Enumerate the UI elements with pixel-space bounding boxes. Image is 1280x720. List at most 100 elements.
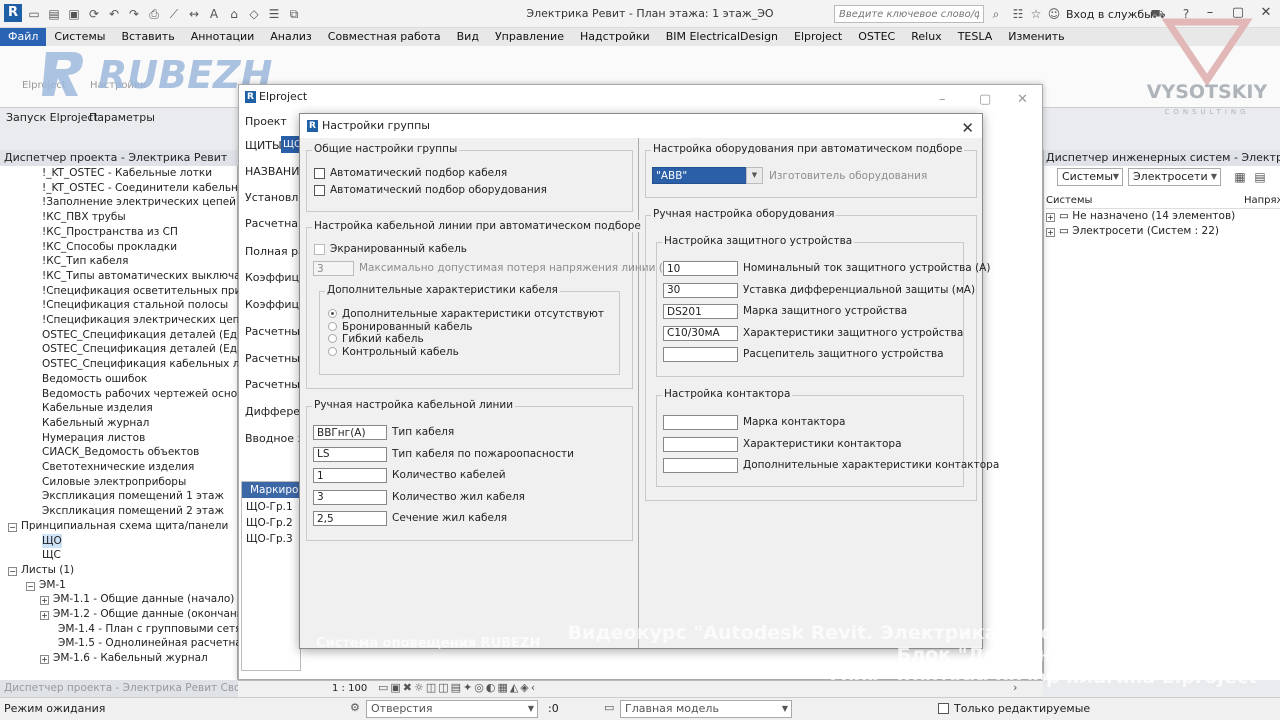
- expand-icon[interactable]: +: [40, 596, 49, 606]
- tree-item[interactable]: ЩО: [42, 533, 62, 549]
- chevron-down-icon[interactable]: ▼: [746, 167, 763, 184]
- close-icon[interactable]: ✕: [961, 116, 974, 140]
- tree-item[interactable]: Ведомость рабочих чертежей основного: [42, 387, 269, 402]
- manual_equipment-protection-input[interactable]: [663, 304, 738, 319]
- manual_equipment-contactor-input[interactable]: [663, 415, 738, 430]
- discipline-combo[interactable]: Электросети ▼: [1128, 168, 1221, 186]
- tab-13[interactable]: TESLA: [950, 28, 1001, 46]
- tab-12[interactable]: Relux: [903, 28, 949, 46]
- tree-item[interactable]: !Спецификация стальной полосы: [42, 298, 228, 313]
- tab-9[interactable]: BIM ElectricalDesign: [658, 28, 786, 46]
- tree-item[interactable]: Силовые электроприборы: [42, 475, 186, 490]
- text-icon[interactable]: A: [206, 6, 222, 22]
- tree-item[interactable]: !КС_ПВХ трубы: [42, 210, 126, 225]
- open-folder-icon[interactable]: ▤: [46, 6, 62, 22]
- manual_equipment-contactor-input[interactable]: [663, 436, 738, 452]
- sync-icon[interactable]: ⟳: [86, 6, 102, 22]
- system-tree-item[interactable]: + ▭ Не назначено (14 элементов): [1046, 209, 1235, 224]
- tab-selected-shield[interactable]: ЩО: [281, 136, 301, 153]
- tab-6[interactable]: Вид: [449, 28, 487, 46]
- launch-elproject-button[interactable]: Запуск Elproject: [6, 111, 98, 124]
- tree-item[interactable]: − Принципиальная схема щита/панели: [8, 519, 228, 534]
- 3d-view-icon[interactable]: ⌂: [226, 6, 242, 22]
- tab-7[interactable]: Управление: [487, 28, 572, 46]
- user-icon[interactable]: ☺: [1046, 6, 1062, 22]
- group-list-item[interactable]: ЩО-Гр.2: [246, 517, 293, 529]
- binoculars-icon[interactable]: ⌕: [988, 6, 1004, 22]
- tab-14[interactable]: Изменить: [1000, 28, 1072, 46]
- save-icon[interactable]: ▣: [66, 6, 82, 22]
- tree-item[interactable]: − ЭМ-1: [26, 578, 66, 593]
- manual_equipment-protection-input[interactable]: [663, 347, 738, 362]
- options-icon[interactable]: ▤: [1252, 169, 1268, 185]
- scroll-right-icon[interactable]: ›: [1013, 681, 1017, 694]
- extra-characteristic-radio[interactable]: [328, 309, 337, 318]
- group-list-item[interactable]: ЩО-Гр.1: [246, 501, 293, 513]
- tab-5[interactable]: Совместная работа: [320, 28, 449, 46]
- manual_equipment-protection-input[interactable]: [663, 282, 738, 298]
- tab-11[interactable]: OSTEC: [850, 28, 903, 46]
- undo-icon[interactable]: ↶: [106, 6, 122, 22]
- manual_equipment-protection-input[interactable]: [663, 261, 738, 276]
- manual_equipment-protection-input[interactable]: [663, 325, 738, 341]
- tree-item[interactable]: СИАСК_Ведомость объектов: [42, 445, 199, 460]
- tree-item[interactable]: − Листы (1): [8, 563, 74, 578]
- manual_line-input[interactable]: [313, 468, 387, 483]
- tree-item[interactable]: + ЭМ-1.2 - Общие данные (окончание): [40, 607, 254, 622]
- measure-icon[interactable]: ⟋: [166, 6, 182, 22]
- manual_line-input[interactable]: [313, 511, 387, 526]
- manual_line-input[interactable]: [313, 489, 387, 505]
- dimension-icon[interactable]: ↔: [186, 6, 202, 22]
- auto-equipment-checkbox[interactable]: [314, 185, 325, 196]
- subscription-icon[interactable]: ☷: [1010, 6, 1026, 22]
- tree-item[interactable]: !Заполнение электрических цепей: [42, 195, 236, 210]
- keyword-search-input[interactable]: [834, 5, 984, 23]
- print-icon[interactable]: ⎙: [146, 6, 162, 22]
- shielded-cable-checkbox[interactable]: [314, 244, 325, 255]
- parameters-button[interactable]: Параметры: [89, 111, 155, 124]
- column-voltage[interactable]: Напряж: [1244, 195, 1280, 206]
- expand-icon[interactable]: −: [8, 522, 17, 532]
- minimize-icon[interactable]: –: [939, 88, 946, 112]
- manual_line-input[interactable]: [313, 425, 387, 440]
- tab-8[interactable]: Надстройки: [572, 28, 658, 46]
- manual_line-input[interactable]: [313, 446, 387, 462]
- system-view-combo[interactable]: Системы ▼: [1057, 168, 1123, 186]
- tree-item[interactable]: Кабельные изделия: [42, 401, 153, 416]
- auto-cable-checkbox[interactable]: [314, 168, 325, 179]
- editable-only-checkbox[interactable]: [938, 703, 949, 714]
- tree-item[interactable]: ЩС: [42, 548, 61, 563]
- open-icon[interactable]: ▭: [26, 6, 42, 22]
- column-systems[interactable]: Системы: [1046, 195, 1092, 206]
- expand-icon[interactable]: +: [40, 655, 49, 665]
- tree-item[interactable]: !Спецификация электрических цепей: [42, 313, 253, 328]
- section-icon[interactable]: ◇: [246, 6, 262, 22]
- project-menu[interactable]: Проект: [245, 115, 287, 128]
- expand-icon[interactable]: −: [8, 566, 17, 576]
- extra-characteristic-radio[interactable]: [328, 321, 337, 331]
- group-list-header[interactable]: Маркиров: [242, 482, 300, 498]
- redo-icon[interactable]: ↷: [126, 6, 142, 22]
- tab-shields[interactable]: ЩИТЫ: [245, 139, 282, 152]
- tree-item[interactable]: ЭМ-1.4 - План с групповыми сетями э: [58, 622, 265, 637]
- workset-combo[interactable]: Отверстия ▼: [366, 700, 538, 718]
- switch-windows-icon[interactable]: ⧉: [286, 6, 302, 22]
- browser-tabs[interactable]: Диспетчер проекта - Электрика Ревит Свой…: [0, 680, 272, 697]
- tree-item[interactable]: !КС_Пространства из СП: [42, 225, 178, 240]
- tree-item[interactable]: Ведомость ошибок: [42, 372, 147, 387]
- tree-item[interactable]: !КС_Тип кабеля: [42, 254, 128, 269]
- extra-characteristic-radio[interactable]: [328, 346, 337, 356]
- tree-item[interactable]: + ЭМ-1.6 - Кабельный журнал: [40, 651, 208, 666]
- tree-item[interactable]: Экспликация помещений 1 этаж: [42, 489, 224, 504]
- expand-icon[interactable]: +: [40, 611, 49, 620]
- tree-item[interactable]: + ЭМ-1.1 - Общие данные (начало): [40, 592, 234, 607]
- max-voltage-loss-input[interactable]: [313, 261, 354, 276]
- manual_equipment-contactor-input[interactable]: [663, 458, 738, 473]
- group-list-item[interactable]: ЩО-Гр.3: [246, 533, 293, 545]
- thin-lines-icon[interactable]: ☰: [266, 6, 282, 22]
- revit-logo-icon[interactable]: R: [4, 4, 22, 22]
- tree-item[interactable]: OSTEC_Спецификация кабельных лотков: [42, 357, 271, 372]
- tree-item[interactable]: !КС_Способы прокладки: [42, 240, 177, 255]
- extra-characteristic-radio[interactable]: [328, 334, 337, 343]
- tree-item[interactable]: Нумерация листов: [42, 431, 145, 446]
